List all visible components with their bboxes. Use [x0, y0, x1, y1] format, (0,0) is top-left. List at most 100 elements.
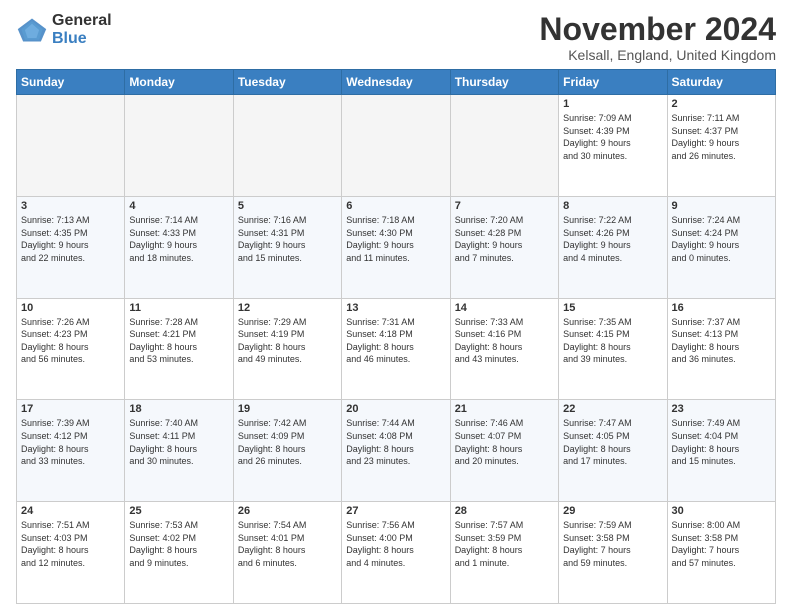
day-info: Sunrise: 7:11 AMSunset: 4:37 PMDaylight:…: [672, 112, 771, 162]
day-info: Sunrise: 7:24 AMSunset: 4:24 PMDaylight:…: [672, 214, 771, 264]
calendar-cell-5-2: 25 Sunrise: 7:53 AMSunset: 4:02 PMDayligh…: [125, 502, 233, 604]
calendar-cell-2-6: 8 Sunrise: 7:22 AMSunset: 4:26 PMDaylight…: [559, 196, 667, 298]
day-number: 23: [672, 403, 771, 415]
day-info: Sunrise: 7:16 AMSunset: 4:31 PMDaylight:…: [238, 214, 337, 264]
location: Kelsall, England, United Kingdom: [539, 47, 776, 63]
calendar-cell-3-4: 13Sunrise: 7:31 AMSunset: 4:18 PMDayligh…: [342, 298, 450, 400]
day-number: 19: [238, 403, 337, 415]
day-number: 28: [455, 505, 554, 517]
calendar-cell-3-6: 15Sunrise: 7:35 AMSunset: 4:15 PMDayligh…: [559, 298, 667, 400]
day-info: Sunrise: 7:31 AMSunset: 4:18 PMDaylight:…: [346, 316, 445, 366]
day-info: Sunrise: 7:53 AMSunset: 4:02 PMDaylight:…: [129, 519, 228, 569]
day-number: 14: [455, 302, 554, 314]
col-header-saturday: Saturday: [667, 70, 775, 95]
calendar-week-1: 1Sunrise: 7:09 AMSunset: 4:39 PMDaylight…: [17, 95, 776, 197]
day-info: Sunrise: 7:54 AMSunset: 4:01 PMDaylight:…: [238, 519, 337, 569]
calendar-cell-1-7: 2 Sunrise: 7:11 AMSunset: 4:37 PMDaylight…: [667, 95, 775, 197]
calendar-cell-4-3: 19 Sunrise: 7:42 AMSunset: 4:09 PMDayligh…: [233, 400, 341, 502]
calendar-cell-4-6: 22Sunrise: 7:47 AMSunset: 4:05 PMDayligh…: [559, 400, 667, 502]
day-info: Sunrise: 7:14 AMSunset: 4:33 PMDaylight:…: [129, 214, 228, 264]
day-number: 1: [563, 98, 662, 110]
day-info: Sunrise: 7:28 AMSunset: 4:21 PMDaylight:…: [129, 316, 228, 366]
calendar-cell-4-5: 21 Sunrise: 7:46 AMSunset: 4:07 PMDayligh…: [450, 400, 558, 502]
day-number: 26: [238, 505, 337, 517]
calendar-table: Sunday Monday Tuesday Wednesday Thursday…: [16, 69, 776, 604]
day-number: 5: [238, 200, 337, 212]
calendar-cell-5-6: 29 Sunrise: 7:59 AMSunset: 3:58 PMDayligh…: [559, 502, 667, 604]
day-number: 25: [129, 505, 228, 517]
day-info: Sunrise: 7:49 AMSunset: 4:04 PMDaylight:…: [672, 417, 771, 467]
day-number: 17: [21, 403, 120, 415]
calendar-cell-1-5: [450, 95, 558, 197]
day-number: 10: [21, 302, 120, 314]
calendar-header-row: Sunday Monday Tuesday Wednesday Thursday…: [17, 70, 776, 95]
calendar-cell-5-4: 27 Sunrise: 7:56 AMSunset: 4:00 PMDayligh…: [342, 502, 450, 604]
calendar-cell-3-2: 11 Sunrise: 7:28 AMSunset: 4:21 PMDayligh…: [125, 298, 233, 400]
day-number: 2: [672, 98, 771, 110]
calendar-cell-1-6: 1Sunrise: 7:09 AMSunset: 4:39 PMDaylight…: [559, 95, 667, 197]
calendar-cell-2-2: 4Sunrise: 7:14 AMSunset: 4:33 PMDaylight…: [125, 196, 233, 298]
day-number: 3: [21, 200, 120, 212]
calendar-cell-1-2: [125, 95, 233, 197]
logo-blue-text: Blue: [52, 30, 112, 48]
calendar-cell-2-5: 7Sunrise: 7:20 AMSunset: 4:28 PMDaylight…: [450, 196, 558, 298]
day-info: Sunrise: 7:13 AMSunset: 4:35 PMDaylight:…: [21, 214, 120, 264]
calendar-week-4: 17Sunrise: 7:39 AMSunset: 4:12 PMDayligh…: [17, 400, 776, 502]
calendar-cell-2-1: 3 Sunrise: 7:13 AMSunset: 4:35 PMDaylight…: [17, 196, 125, 298]
logo-text: General Blue: [52, 12, 112, 47]
day-number: 27: [346, 505, 445, 517]
day-number: 9: [672, 200, 771, 212]
col-header-wednesday: Wednesday: [342, 70, 450, 95]
day-info: Sunrise: 7:37 AMSunset: 4:13 PMDaylight:…: [672, 316, 771, 366]
page: General Blue November 2024 Kelsall, Engl…: [0, 0, 792, 612]
col-header-sunday: Sunday: [17, 70, 125, 95]
day-info: Sunrise: 7:42 AMSunset: 4:09 PMDaylight:…: [238, 417, 337, 467]
header: General Blue November 2024 Kelsall, Engl…: [16, 12, 776, 63]
calendar-cell-3-1: 10Sunrise: 7:26 AMSunset: 4:23 PMDayligh…: [17, 298, 125, 400]
calendar-cell-1-1: [17, 95, 125, 197]
day-number: 12: [238, 302, 337, 314]
day-info: Sunrise: 7:29 AMSunset: 4:19 PMDaylight:…: [238, 316, 337, 366]
day-info: Sunrise: 7:57 AMSunset: 3:59 PMDaylight:…: [455, 519, 554, 569]
calendar-cell-5-7: 30Sunrise: 8:00 AMSunset: 3:58 PMDayligh…: [667, 502, 775, 604]
calendar-cell-1-4: [342, 95, 450, 197]
calendar-cell-3-3: 12 Sunrise: 7:29 AMSunset: 4:19 PMDayligh…: [233, 298, 341, 400]
col-header-thursday: Thursday: [450, 70, 558, 95]
calendar-week-5: 24Sunrise: 7:51 AMSunset: 4:03 PMDayligh…: [17, 502, 776, 604]
calendar-cell-5-3: 26 Sunrise: 7:54 AMSunset: 4:01 PMDayligh…: [233, 502, 341, 604]
day-info: Sunrise: 8:00 AMSunset: 3:58 PMDaylight:…: [672, 519, 771, 569]
day-info: Sunrise: 7:35 AMSunset: 4:15 PMDaylight:…: [563, 316, 662, 366]
day-info: Sunrise: 7:46 AMSunset: 4:07 PMDaylight:…: [455, 417, 554, 467]
logo-icon: [16, 16, 48, 44]
col-header-friday: Friday: [559, 70, 667, 95]
day-info: Sunrise: 7:40 AMSunset: 4:11 PMDaylight:…: [129, 417, 228, 467]
day-info: Sunrise: 7:59 AMSunset: 3:58 PMDaylight:…: [563, 519, 662, 569]
calendar-cell-2-7: 9 Sunrise: 7:24 AMSunset: 4:24 PMDaylight…: [667, 196, 775, 298]
calendar-cell-1-3: [233, 95, 341, 197]
day-number: 16: [672, 302, 771, 314]
calendar-cell-3-5: 14Sunrise: 7:33 AMSunset: 4:16 PMDayligh…: [450, 298, 558, 400]
calendar-week-2: 3 Sunrise: 7:13 AMSunset: 4:35 PMDaylight…: [17, 196, 776, 298]
col-header-monday: Monday: [125, 70, 233, 95]
calendar-week-3: 10Sunrise: 7:26 AMSunset: 4:23 PMDayligh…: [17, 298, 776, 400]
day-info: Sunrise: 7:22 AMSunset: 4:26 PMDaylight:…: [563, 214, 662, 264]
calendar-cell-4-2: 18 Sunrise: 7:40 AMSunset: 4:11 PMDayligh…: [125, 400, 233, 502]
day-number: 18: [129, 403, 228, 415]
day-number: 29: [563, 505, 662, 517]
day-number: 8: [563, 200, 662, 212]
day-info: Sunrise: 7:44 AMSunset: 4:08 PMDaylight:…: [346, 417, 445, 467]
day-number: 11: [129, 302, 228, 314]
calendar-cell-4-4: 20 Sunrise: 7:44 AMSunset: 4:08 PMDayligh…: [342, 400, 450, 502]
day-number: 7: [455, 200, 554, 212]
day-number: 21: [455, 403, 554, 415]
calendar-cell-2-4: 6Sunrise: 7:18 AMSunset: 4:30 PMDaylight…: [342, 196, 450, 298]
calendar-cell-5-1: 24Sunrise: 7:51 AMSunset: 4:03 PMDayligh…: [17, 502, 125, 604]
calendar-cell-5-5: 28 Sunrise: 7:57 AMSunset: 3:59 PMDayligh…: [450, 502, 558, 604]
day-info: Sunrise: 7:51 AMSunset: 4:03 PMDaylight:…: [21, 519, 120, 569]
calendar-cell-4-7: 23 Sunrise: 7:49 AMSunset: 4:04 PMDayligh…: [667, 400, 775, 502]
day-number: 20: [346, 403, 445, 415]
logo: General Blue: [16, 12, 112, 47]
day-info: Sunrise: 7:56 AMSunset: 4:00 PMDaylight:…: [346, 519, 445, 569]
day-number: 22: [563, 403, 662, 415]
logo-general-text: General: [52, 12, 112, 30]
